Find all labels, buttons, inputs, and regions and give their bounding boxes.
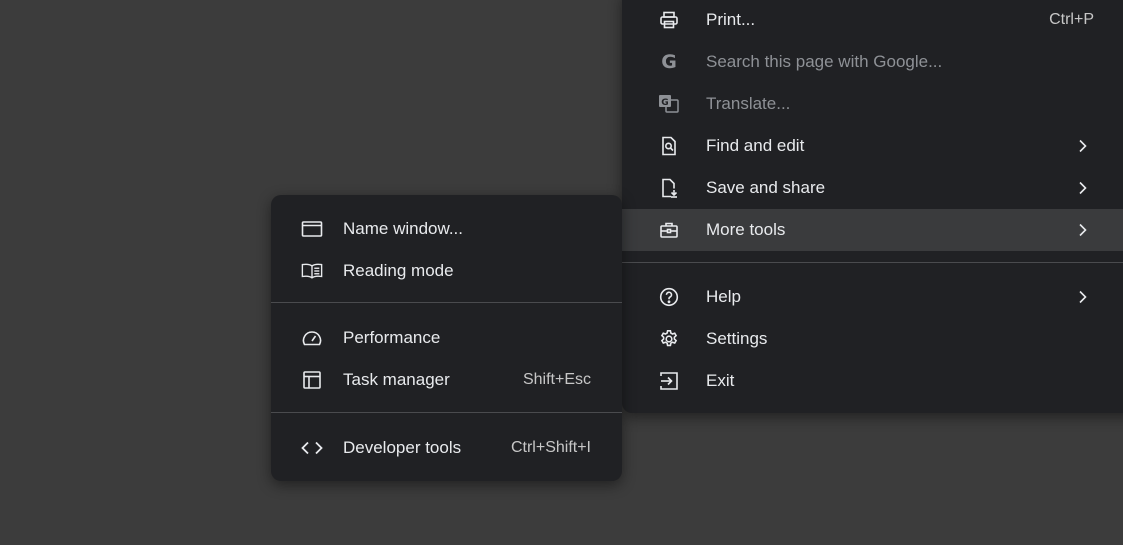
menu-item-label: Settings	[706, 329, 768, 348]
menu-item-label: Task manager	[343, 370, 450, 389]
speedometer-icon	[301, 327, 323, 349]
task-manager-icon	[301, 369, 323, 391]
submenu-item-performance[interactable]: Performance	[271, 317, 622, 359]
printer-icon	[658, 9, 680, 31]
chrome-main-menu: Print... Ctrl+P G Search this page with …	[622, 0, 1123, 413]
book-icon	[301, 260, 323, 282]
menu-item-label: More tools	[706, 220, 786, 239]
desktop-background: Print... Ctrl+P G Search this page with …	[0, 0, 1123, 545]
submenu-item-developer-tools[interactable]: Developer tools Ctrl+Shift+I	[271, 427, 622, 469]
submenu-item-name-window[interactable]: Name window...	[271, 208, 622, 250]
toolbox-icon	[658, 219, 680, 241]
menu-item-label: Reading mode	[343, 261, 454, 280]
menu-item-save-and-share[interactable]: Save and share	[622, 167, 1123, 209]
help-icon	[658, 286, 680, 308]
gear-icon	[658, 328, 680, 350]
menu-item-exit[interactable]: Exit	[622, 360, 1123, 402]
svg-text:G: G	[661, 98, 668, 108]
google-icon: G	[658, 51, 680, 73]
menu-item-search-google[interactable]: G Search this page with Google...	[622, 41, 1123, 83]
menu-item-print[interactable]: Print... Ctrl+P	[622, 0, 1123, 41]
chevron-right-icon	[1076, 139, 1090, 153]
code-icon	[301, 437, 323, 459]
window-icon	[301, 218, 323, 240]
menu-item-help[interactable]: Help	[622, 276, 1123, 318]
menu-item-label: Translate...	[706, 94, 791, 113]
menu-item-label: Save and share	[706, 178, 826, 197]
menu-separator	[271, 302, 622, 303]
chevron-right-icon	[1076, 290, 1090, 304]
chevron-right-icon	[1076, 223, 1090, 237]
chevron-right-icon	[1076, 181, 1090, 195]
exit-icon	[658, 370, 680, 392]
menu-item-translate[interactable]: G Translate...	[622, 83, 1123, 125]
menu-item-label: Help	[706, 287, 741, 306]
save-share-icon	[658, 177, 680, 199]
submenu-item-task-manager[interactable]: Task manager Shift+Esc	[271, 359, 622, 401]
translate-icon: G	[658, 93, 680, 115]
menu-item-settings[interactable]: Settings	[622, 318, 1123, 360]
menu-item-label: Print...	[706, 10, 756, 29]
svg-text:G: G	[661, 51, 677, 73]
shortcut-label: Ctrl+Shift+I	[510, 439, 591, 456]
menu-item-label: Find and edit	[706, 136, 805, 155]
menu-item-more-tools[interactable]: More tools	[622, 209, 1123, 251]
menu-item-find-and-edit[interactable]: Find and edit	[622, 125, 1123, 167]
submenu-item-reading-mode[interactable]: Reading mode	[271, 250, 622, 292]
shortcut-label: Ctrl+P	[1049, 11, 1094, 28]
menu-item-label: Exit	[706, 371, 735, 390]
menu-item-label: Developer tools	[343, 438, 462, 457]
menu-separator	[271, 412, 622, 413]
more-tools-submenu: Name window... Reading mode Performance …	[271, 195, 622, 481]
menu-item-label: Name window...	[343, 219, 463, 238]
shortcut-label: Shift+Esc	[522, 371, 591, 388]
find-page-icon	[658, 135, 680, 157]
menu-item-label: Search this page with Google...	[706, 52, 943, 71]
menu-separator	[622, 262, 1123, 263]
menu-item-label: Performance	[343, 328, 441, 347]
